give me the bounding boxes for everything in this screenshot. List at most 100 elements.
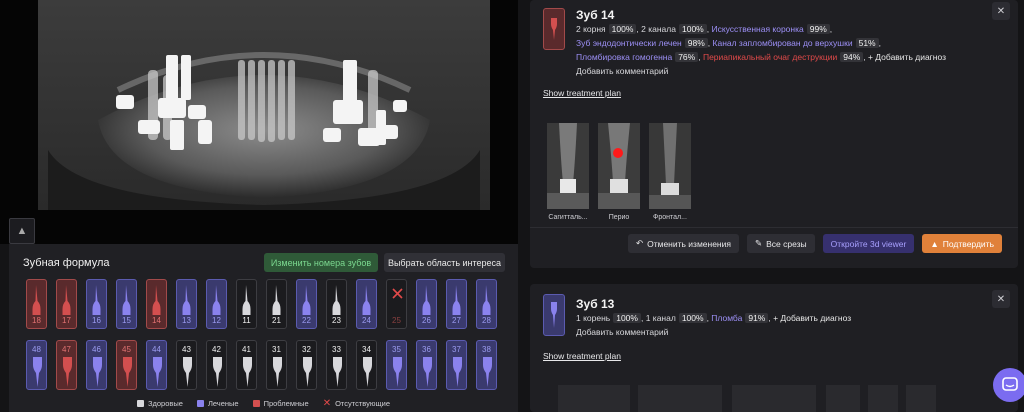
tooth-27[interactable]: 27 (446, 279, 467, 329)
tooth-17[interactable]: 17 (56, 279, 77, 329)
diagnosis-filling[interactable]: Пломба (711, 313, 742, 323)
tooth-28[interactable]: 28 (476, 279, 497, 329)
tooth-46[interactable]: 46 (86, 340, 107, 390)
slice-frontal[interactable]: Фронтал... (649, 123, 691, 221)
tooth-icon (273, 357, 282, 387)
tooth-38[interactable]: 38 (476, 340, 497, 390)
renumber-teeth-button[interactable]: Изменить номера зубов (264, 253, 378, 272)
tooth-icon (212, 285, 221, 315)
tooth-number: 47 (62, 345, 71, 354)
tooth-45[interactable]: 45 (116, 340, 137, 390)
slice-sagittal[interactable]: Сагитталь... (547, 123, 589, 221)
slice-thumbnail[interactable] (868, 385, 898, 412)
tooth-21[interactable]: 21 (266, 279, 287, 329)
revert-changes-button[interactable]: ↶ Отменить изменения (627, 234, 739, 253)
add-diagnosis-link[interactable]: + Добавить диагноз (773, 313, 851, 323)
slice-thumbnail[interactable] (732, 385, 816, 412)
add-diagnosis-link[interactable]: + Добавить диагноз (868, 52, 946, 62)
tooth-42[interactable]: 42 (206, 340, 227, 390)
diagnosis-canal-filled[interactable]: Канал запломбирован до верхушки (713, 38, 853, 48)
diagnosis-homogeneous[interactable]: Пломбировка гомогенна (576, 52, 672, 62)
tooth-number: 21 (272, 316, 281, 325)
tooth-icon (243, 357, 252, 387)
tooth-32[interactable]: 32 (296, 340, 317, 390)
collapse-pano-button[interactable]: ▲ (9, 218, 35, 244)
tooth-icon (182, 285, 191, 315)
legend-problem: Проблемные (252, 398, 309, 409)
cross-icon (392, 288, 403, 299)
add-comment-link[interactable]: Добавить комментарий (576, 327, 668, 337)
tooth-12[interactable]: 12 (206, 279, 227, 329)
tooth-37[interactable]: 37 (446, 340, 467, 390)
tooth-number: 34 (362, 345, 371, 354)
tooth-23[interactable]: 23 (326, 279, 347, 329)
support-chat-button[interactable] (993, 368, 1024, 402)
tooth-25[interactable]: 25 (386, 279, 407, 329)
tooth-11[interactable]: 11 (236, 279, 257, 329)
tooth-16[interactable]: 16 (86, 279, 107, 329)
show-treatment-plan-link[interactable]: Show treatment plan (543, 351, 621, 361)
tooth-icon (242, 285, 251, 315)
tooth-number: 38 (482, 345, 491, 354)
tooth-31[interactable]: 31 (266, 340, 287, 390)
tooth-18[interactable]: 18 (26, 279, 47, 329)
close-card-button[interactable]: ✕ (992, 2, 1010, 20)
tooth-48[interactable]: 48 (26, 340, 47, 390)
diagnosis-periapical[interactable]: Периапикальный очаг деструкции (703, 52, 837, 62)
all-slices-button[interactable]: ✎ Все срезы (746, 234, 815, 253)
tooth-icon (423, 357, 432, 387)
legend-healthy: Здоровые (136, 398, 183, 409)
close-icon: ✕ (996, 5, 1006, 17)
diagnosis-crown-pct: 99% (806, 24, 830, 34)
tooth-icon (33, 357, 42, 387)
show-treatment-plan-link[interactable]: Show treatment plan (543, 88, 621, 98)
slice-frontal-image (649, 123, 691, 209)
tooth-47[interactable]: 47 (56, 340, 77, 390)
diagnosis-endo[interactable]: Зуб эндодонтически лечен (576, 38, 682, 48)
legend-treated-label: Леченые (207, 399, 239, 408)
slice-perio-label: Перио (608, 214, 630, 221)
tooth-icon (32, 285, 41, 315)
close-card-button[interactable]: ✕ (992, 290, 1010, 308)
panoramic-viewer[interactable]: ▲ (0, 0, 518, 244)
confirm-button[interactable]: ▲ Подтвердить (922, 234, 1002, 253)
tooth-number: 32 (302, 345, 311, 354)
tooth-43[interactable]: 43 (176, 340, 197, 390)
tooth-13[interactable]: 13 (176, 279, 197, 329)
tooth-15[interactable]: 15 (116, 279, 137, 329)
panoramic-xray-image (38, 0, 490, 210)
tooth-24[interactable]: 24 (356, 279, 377, 329)
tooth-44[interactable]: 44 (146, 340, 167, 390)
thumbs-up-icon: ▲ (930, 238, 939, 249)
tooth-icon (393, 357, 402, 387)
slice-thumbnail[interactable] (558, 385, 630, 412)
tooth-icon (123, 357, 132, 387)
tooth-14[interactable]: 14 (146, 279, 167, 329)
tooth-number: 35 (392, 345, 401, 354)
add-comment-link[interactable]: Добавить комментарий (576, 66, 668, 76)
tooth-33[interactable]: 33 (326, 340, 347, 390)
chat-icon (1002, 377, 1018, 391)
tooth-26[interactable]: 26 (416, 279, 437, 329)
slice-perio[interactable]: Перио (598, 123, 640, 221)
slice-sagittal-image (547, 123, 589, 209)
tooth-34[interactable]: 34 (356, 340, 377, 390)
tooth-22[interactable]: 22 (296, 279, 317, 329)
slice-perio-image (598, 123, 640, 209)
tooth-36[interactable]: 36 (416, 340, 437, 390)
slice-thumbnail[interactable] (826, 385, 860, 412)
roots-text: 1 корень (576, 313, 611, 323)
slice-thumbnail[interactable] (906, 385, 936, 412)
legend-missing-label: Отсутствующие (335, 399, 391, 408)
select-roi-button[interactable]: Выбрать область интереса (384, 253, 505, 272)
open-3d-viewer-button[interactable]: Откройте 3d viewer (822, 234, 915, 253)
tooth-35[interactable]: 35 (386, 340, 407, 390)
tooth-icon (551, 302, 557, 328)
lower-teeth-row: 48 47 46 45 44 43 42 41 31 32 33 34 35 36 37 38 (26, 340, 497, 390)
diagnosis-crown[interactable]: Искусственная коронка (711, 24, 803, 34)
slice-thumbnail[interactable] (638, 385, 722, 412)
slice-thumbnails: Сагитталь... Перио Фронтал... (547, 123, 691, 221)
confirm-label: Подтвердить (942, 238, 994, 249)
tooth-41[interactable]: 41 (236, 340, 257, 390)
revert-changes-label: Отменить изменения (647, 238, 731, 249)
